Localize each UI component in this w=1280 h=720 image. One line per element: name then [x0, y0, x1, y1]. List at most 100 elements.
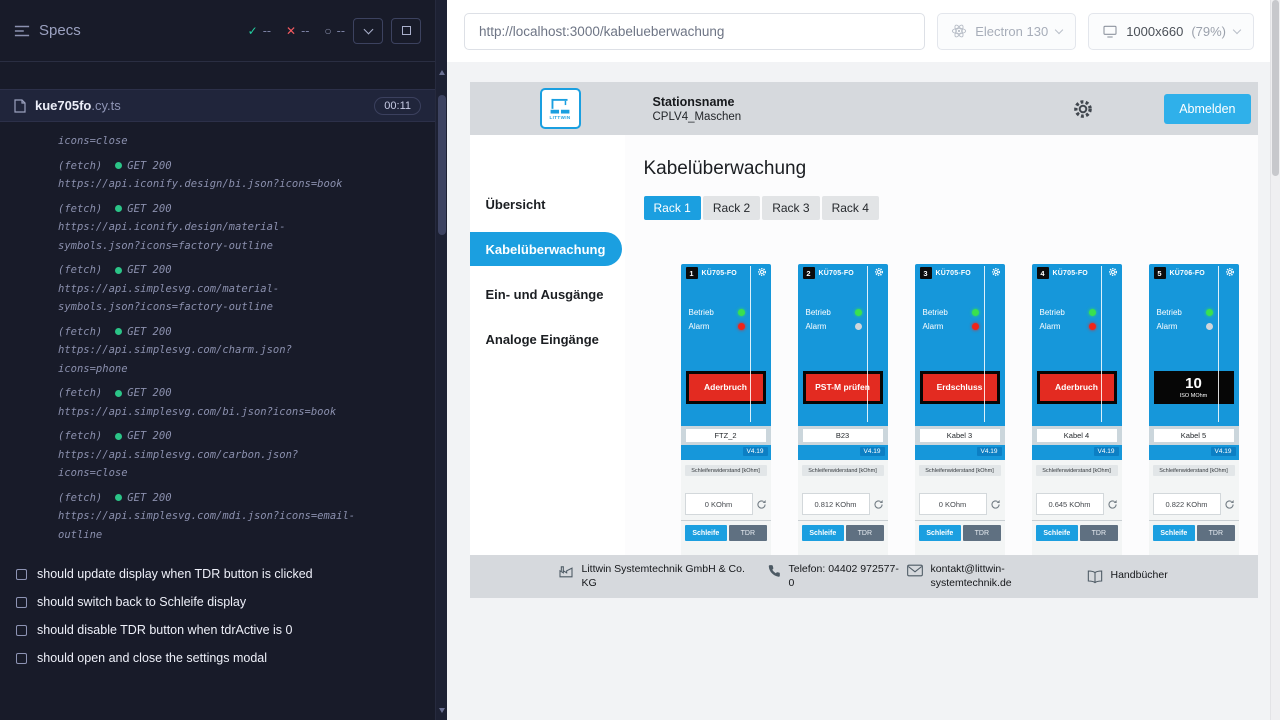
logout-button[interactable]: Abmelden — [1164, 94, 1250, 124]
alarm-label: Alarm — [923, 322, 944, 331]
schleife-button[interactable]: Schleife — [919, 525, 962, 541]
nav-item[interactable]: Ein- und Ausgänge — [470, 277, 625, 311]
schleife-button[interactable]: Schleife — [802, 525, 845, 541]
tdr-button[interactable]: TDR — [963, 525, 1000, 541]
log-continuation[interactable]: icons=close — [58, 132, 357, 151]
viewport-select[interactable]: 1000x660 (79%) — [1088, 13, 1254, 50]
cable-name-input[interactable]: Kabel 3 — [920, 429, 1000, 442]
device-settings-icon[interactable] — [757, 267, 767, 277]
divider — [915, 520, 1005, 521]
log-entry[interactable]: (fetch) GET 200 https://api.iconify.desi… — [58, 200, 357, 256]
device-number-badge: 2 — [803, 267, 815, 279]
phone-number: Telefon: 04402 972577-0 — [789, 563, 901, 590]
refresh-icon[interactable] — [1224, 499, 1235, 510]
spec-file-row[interactable]: kue705fo.cy.ts 00:11 — [0, 89, 435, 122]
footer-manuals[interactable]: Handbücher — [1087, 569, 1168, 584]
rack-tab[interactable]: Rack 3 — [762, 196, 819, 220]
alarm-led — [1089, 323, 1096, 330]
test-row[interactable]: should update display when TDR button is… — [0, 560, 435, 588]
resistance-label: Schleifenwiderstand [kOhm] — [1153, 465, 1235, 476]
nav-item[interactable]: Übersicht — [470, 187, 625, 221]
refresh-icon[interactable] — [873, 499, 884, 510]
rack-tab[interactable]: Rack 1 — [644, 196, 701, 220]
request-status: GET 200 — [127, 427, 171, 446]
log-entry[interactable]: (fetch) GET 200 https://api.simplesvg.co… — [58, 384, 357, 421]
device-settings-icon[interactable] — [874, 267, 884, 277]
device-card: 3 KÜ705-FO Betrieb — [915, 264, 1005, 574]
divider — [798, 520, 888, 521]
tdr-button[interactable]: TDR — [1080, 525, 1117, 541]
test-row[interactable]: should switch back to Schleife display — [0, 588, 435, 616]
footer-email[interactable]: kontakt@littwin-systemtechnik.de — [907, 563, 1087, 590]
test-box-icon — [16, 653, 27, 664]
device-settings-icon[interactable] — [1108, 267, 1118, 277]
scroll-down-arrow[interactable] — [436, 703, 447, 717]
browser-version-select[interactable]: Electron 130 — [937, 13, 1076, 50]
tdr-button[interactable]: TDR — [729, 525, 766, 541]
rack-tab[interactable]: Rack 2 — [703, 196, 760, 220]
settings-gear-icon[interactable] — [1072, 98, 1094, 120]
page-scrollbar[interactable] — [1270, 0, 1280, 720]
footer-company: Littwin Systemtechnik GmbH & Co. KG — [558, 563, 767, 590]
stop-button[interactable] — [391, 18, 421, 44]
nav-item[interactable]: Kabelüberwachung — [470, 232, 622, 266]
log-entry[interactable]: (fetch) GET 200 https://api.simplesvg.co… — [58, 427, 357, 483]
cable-name-input[interactable]: FTZ_2 — [686, 429, 766, 442]
log-entry[interactable]: (fetch) GET 200 https://api.simplesvg.co… — [58, 261, 357, 317]
request-url: https://api.simplesvg.com/bi.json?icons=… — [58, 403, 357, 422]
x-icon: ✕ — [286, 24, 296, 38]
schleife-button[interactable]: Schleife — [1153, 525, 1196, 541]
viewport-size: 1000x660 — [1126, 24, 1183, 39]
betrieb-led — [1089, 309, 1096, 316]
refresh-icon[interactable] — [990, 499, 1001, 510]
request-url: https://api.simplesvg.com/mdi.json?icons… — [58, 507, 357, 544]
url-input[interactable]: http://localhost:3000/kabelueberwachung — [464, 13, 925, 50]
scroll-up-arrow[interactable] — [436, 65, 447, 79]
test-row[interactable]: should open and close the settings modal — [0, 644, 435, 672]
nav-item-label: Kabelüberwachung — [486, 242, 606, 257]
nav-item-label: Ein- und Ausgänge — [486, 287, 604, 302]
betrieb-label: Betrieb — [1157, 308, 1182, 317]
logo-text: LITTWIN — [549, 115, 570, 120]
version-row: V4.19 — [681, 445, 771, 458]
rack-tab[interactable]: Rack 4 — [822, 196, 879, 220]
betrieb-led — [738, 309, 745, 316]
station-label: Stationsname — [653, 95, 742, 109]
refresh-icon[interactable] — [1107, 499, 1118, 510]
scrollbar-thumb[interactable] — [438, 95, 446, 235]
firmware-version: V4.19 — [1094, 447, 1119, 456]
status-dot-icon — [115, 328, 122, 335]
request-status: GET 200 — [127, 157, 171, 176]
device-settings-icon[interactable] — [1225, 267, 1235, 277]
device-settings-icon[interactable] — [991, 267, 1001, 277]
tdr-button[interactable]: TDR — [846, 525, 883, 541]
log-entry[interactable]: (fetch) GET 200 https://api.iconify.desi… — [58, 157, 357, 194]
log-entry[interactable]: (fetch) GET 200 https://api.simplesvg.co… — [58, 489, 357, 545]
chevron-down-icon — [1055, 25, 1063, 33]
company-name: Littwin Systemtechnik GmbH & Co. KG — [582, 563, 752, 590]
footer-phone[interactable]: Telefon: 04402 972577-0 — [767, 563, 907, 590]
manuals-label: Handbücher — [1111, 569, 1168, 583]
test-list: should update display when TDR button is… — [0, 560, 435, 720]
fetch-label: (fetch) — [58, 384, 102, 403]
page-scrollbar-thumb[interactable] — [1272, 0, 1279, 176]
reporter-scrollbar[interactable] — [435, 0, 447, 720]
cable-name-input[interactable]: Kabel 4 — [1037, 429, 1117, 442]
cable-name-input[interactable]: B23 — [803, 429, 883, 442]
alarm-led — [1206, 323, 1213, 330]
app-content: Kabelüberwachung Rack 1 Rack 2 Rack 3 Ra… — [625, 135, 1258, 598]
tdr-button[interactable]: TDR — [1197, 525, 1234, 541]
log-entry[interactable]: (fetch) GET 200 https://api.simplesvg.co… — [58, 323, 357, 379]
collapse-button[interactable] — [353, 18, 383, 44]
cable-name-input[interactable]: Kabel 5 — [1154, 429, 1234, 442]
alarm-led — [738, 323, 745, 330]
test-row[interactable]: should disable TDR button when tdrActive… — [0, 616, 435, 644]
specs-menu-button[interactable]: Specs — [14, 22, 81, 39]
status-display: Erdschluss — [920, 371, 1000, 404]
schleife-button[interactable]: Schleife — [685, 525, 728, 541]
page-title: Kabelüberwachung — [644, 158, 1258, 180]
refresh-icon[interactable] — [756, 499, 767, 510]
request-status: GET 200 — [127, 323, 171, 342]
schleife-button[interactable]: Schleife — [1036, 525, 1079, 541]
nav-item[interactable]: Analoge Eingänge — [470, 322, 625, 356]
